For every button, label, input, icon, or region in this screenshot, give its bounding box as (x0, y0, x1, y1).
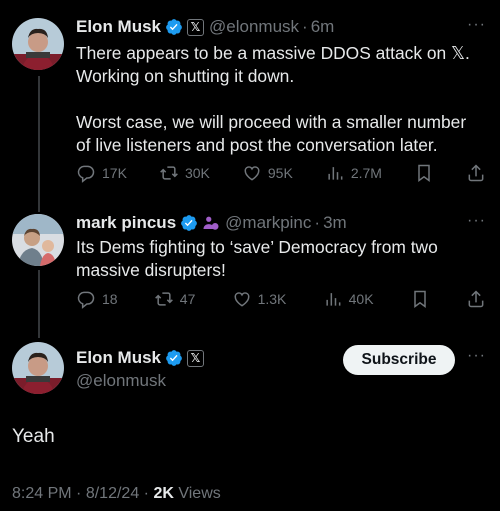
post-time[interactable]: 8:24 PM (12, 485, 72, 502)
views-count: 2.7M (350, 165, 382, 181)
tweet[interactable]: Elon Musk 𝕏 @elonmusk · 6m ··· There app… (76, 16, 486, 157)
reply-count: 17K (102, 165, 127, 181)
verified-icon (181, 215, 198, 231)
affiliate-badge-icon (203, 216, 219, 230)
repost-button[interactable]: 47 (154, 289, 196, 309)
repost-count: 30K (184, 165, 210, 181)
tweet-actions: 18 47 1.3K 40K (76, 287, 486, 311)
views-icon (326, 293, 341, 306)
like-icon (234, 292, 250, 307)
main-post-text: Yeah (12, 426, 55, 447)
tweet-text-line: There appears to be a massive DDOS attac… (76, 43, 470, 63)
tweet[interactable]: mark pincus @markpinc · 3m ··· Its Dems … (76, 212, 486, 282)
share-button[interactable] (466, 163, 486, 183)
views-total: 2K (153, 485, 174, 502)
views-button[interactable]: 2.7M (325, 163, 382, 183)
reply-icon (77, 291, 95, 309)
tweet-text: There appears to be a massive DDOS attac… (76, 42, 486, 157)
tweet-text-line: Working on shutting it down. (76, 66, 295, 86)
timestamp[interactable]: 6m (311, 17, 335, 37)
repost-count: 47 (179, 291, 196, 307)
post-meta: 8:24 PM · 8/12/24 · 2K Views (12, 485, 221, 503)
views-label: Views (178, 485, 221, 502)
bookmark-icon (418, 164, 430, 182)
share-button[interactable] (466, 289, 486, 309)
separator: · (76, 485, 82, 502)
tweet-header: Elon Musk 𝕏 @elonmusk · 6m (76, 16, 486, 38)
x-logo-icon: 𝕏 (187, 18, 205, 36)
reply-icon (77, 165, 95, 183)
bookmark-button[interactable] (410, 289, 430, 309)
like-icon (244, 166, 260, 181)
tweet-header: mark pincus @markpinc · 3m (76, 212, 486, 234)
views-count: 40K (348, 291, 374, 307)
post-date[interactable]: 8/12/24 (86, 485, 139, 502)
avatar[interactable] (12, 342, 64, 394)
bookmark-icon (414, 290, 426, 308)
more-icon[interactable]: ··· (467, 212, 486, 230)
bookmark-button[interactable] (414, 163, 434, 183)
thread-line (38, 76, 40, 212)
author-name[interactable]: Elon Musk (76, 348, 161, 368)
reply-button[interactable]: 17K (76, 163, 127, 183)
avatar[interactable] (12, 18, 64, 70)
verified-icon (166, 19, 182, 35)
share-icon (468, 290, 484, 308)
share-icon (468, 164, 484, 182)
like-button[interactable]: 1.3K (232, 289, 287, 309)
separator: · (302, 17, 308, 36)
verified-icon (166, 350, 182, 366)
repost-icon (160, 166, 178, 180)
author-handle[interactable]: @markpinc (225, 213, 311, 233)
author-name[interactable]: Elon Musk (76, 17, 161, 37)
reply-button[interactable]: 18 (76, 289, 118, 309)
tweet-text: Its Dems fighting to ‘save’ Democracy fr… (76, 236, 486, 282)
repost-icon (154, 292, 173, 306)
avatar[interactable] (12, 214, 64, 266)
timestamp[interactable]: 3m (323, 213, 347, 233)
tweet-text-line: Worst case, we will proceed with a small… (76, 112, 467, 132)
tweet-text-line: massive disrupters! (76, 260, 226, 280)
like-button[interactable]: 95K (242, 163, 293, 183)
author-name[interactable]: mark pincus (76, 213, 176, 233)
views-button[interactable]: 40K (323, 289, 374, 309)
tweet-actions: 17K 30K 95K 2.7M (76, 161, 486, 185)
x-logo-icon: 𝕏 (187, 349, 205, 367)
like-count: 95K (267, 165, 293, 181)
views-icon (328, 167, 343, 180)
separator: · (314, 213, 321, 232)
author-handle[interactable]: @elonmusk (209, 17, 299, 37)
tweet-text-line (76, 88, 486, 111)
tweet-text-line: Its Dems fighting to ‘save’ Democracy fr… (76, 237, 438, 257)
like-count: 1.3K (257, 291, 287, 307)
tweet-text-line: of live listeners and post the conversat… (76, 135, 438, 155)
reply-count: 18 (102, 291, 118, 307)
more-icon[interactable]: ··· (467, 16, 486, 34)
thread-line (38, 270, 40, 338)
more-icon[interactable]: ··· (467, 347, 486, 365)
repost-button[interactable]: 30K (159, 163, 210, 183)
subscribe-button[interactable]: Subscribe (343, 345, 455, 375)
separator: · (143, 485, 149, 502)
